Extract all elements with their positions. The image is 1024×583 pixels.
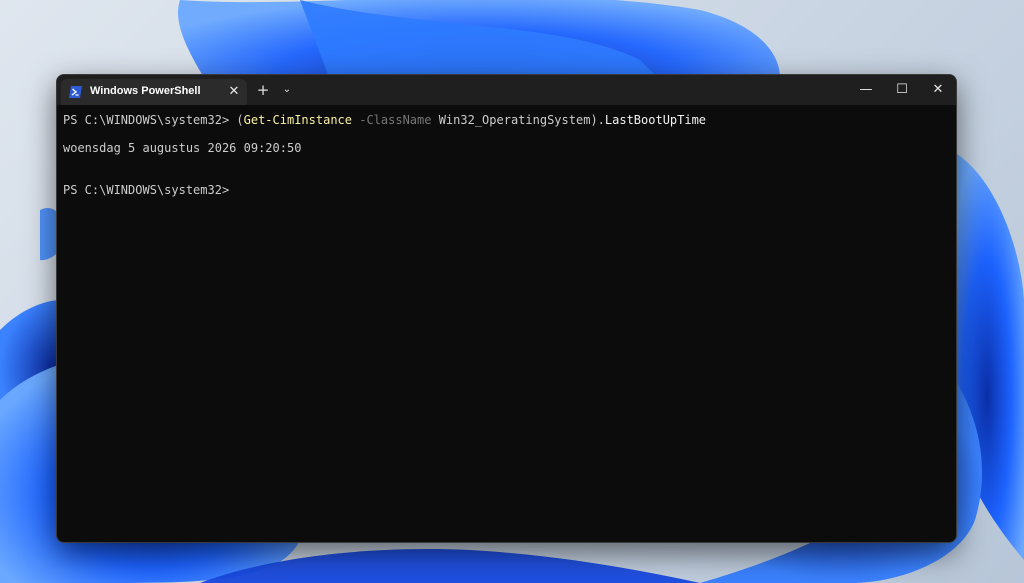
prompt: PS C:\WINDOWS\system32> xyxy=(63,113,237,127)
chevron-down-icon[interactable]: ⌄ xyxy=(278,81,296,99)
command-parameter: -ClassName xyxy=(352,113,432,127)
powershell-window[interactable]: Windows PowerShell ✕ + ⌄ — ☐ ✕ PS C:\WIN… xyxy=(56,74,957,543)
maximize-button[interactable]: ☐ xyxy=(884,75,920,105)
title-bar[interactable]: Windows PowerShell ✕ + ⌄ — ☐ ✕ xyxy=(57,75,956,105)
close-tab-icon[interactable]: ✕ xyxy=(225,83,243,101)
final-prompt[interactable]: PS C:\WINDOWS\system32> xyxy=(63,183,229,197)
tab-windows-powershell[interactable]: Windows PowerShell ✕ xyxy=(61,79,247,105)
close-window-button[interactable]: ✕ xyxy=(920,75,956,105)
command-property: LastBootUpTime xyxy=(604,113,707,127)
command-output: woensdag 5 augustus 2026 09:20:50 xyxy=(63,141,302,155)
tab-title: Windows PowerShell xyxy=(90,85,201,97)
command-argument: Win32_OperatingSystem xyxy=(431,113,591,127)
powershell-icon xyxy=(69,86,82,98)
command-open-paren: ( xyxy=(236,113,244,127)
command-close-paren: ). xyxy=(590,113,605,127)
desktop: Windows PowerShell ✕ + ⌄ — ☐ ✕ PS C:\WIN… xyxy=(0,0,1024,583)
command-line: PS C:\WINDOWS\system32> (Get-CimInstance… xyxy=(63,113,706,127)
console-output[interactable]: PS C:\WINDOWS\system32> (Get-CimInstance… xyxy=(63,113,943,533)
command-name: Get-CimInstance xyxy=(243,113,352,127)
minimize-button[interactable]: — xyxy=(848,75,884,105)
new-tab-button[interactable]: + xyxy=(254,81,272,99)
